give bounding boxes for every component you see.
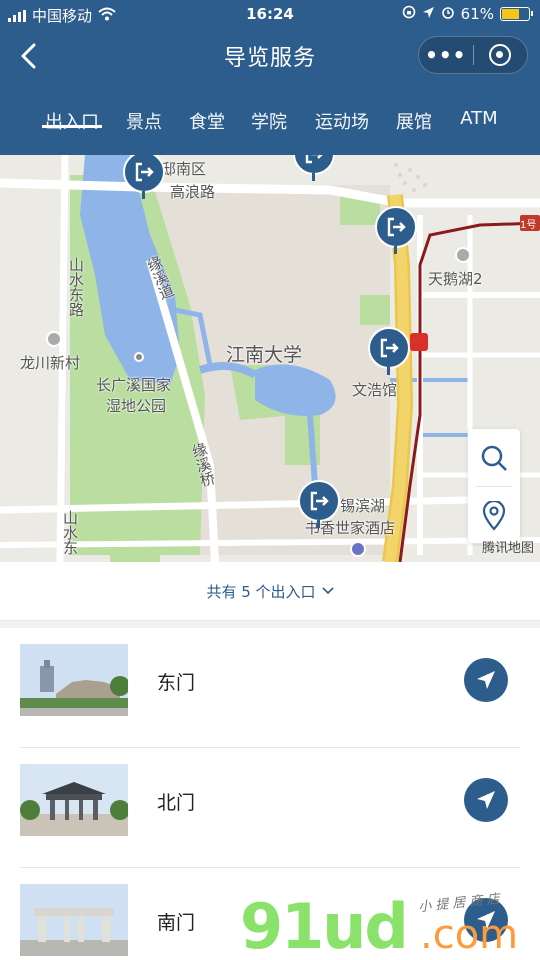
poi-home-icon xyxy=(46,331,62,347)
map-label-shanshuidong: 山水东 xyxy=(61,510,79,555)
map-label-tiane-lake: 天鹅湖2 xyxy=(428,270,483,288)
alarm-icon xyxy=(441,5,455,23)
entrance-marker[interactable] xyxy=(368,327,410,375)
exit-door-icon xyxy=(135,162,154,182)
map-label-park-line2: 湿地公园 xyxy=(106,397,167,415)
poi-hotel-icon xyxy=(350,541,366,557)
entrance-marker[interactable] xyxy=(375,206,417,254)
more-button[interactable]: ••• xyxy=(419,43,473,67)
map-label-gaolang-road: 高浪路 xyxy=(170,183,216,201)
entrance-marker[interactable] xyxy=(123,155,165,199)
exit-door-icon xyxy=(380,338,399,358)
map-label-shanshui-east-road: 山水东路 xyxy=(67,257,85,317)
watermark: 91ud .com 小 提 居 商 店 xyxy=(240,890,540,960)
map-label-wenhao-hall: 文浩馆 xyxy=(352,381,398,399)
exit-door-icon xyxy=(305,155,323,164)
battery-percent: 61% xyxy=(460,5,494,23)
entrance-thumbnail xyxy=(20,644,128,716)
my-location-button[interactable] xyxy=(468,487,520,544)
entrance-thumbnail xyxy=(20,884,128,956)
metro-route-badge: 1号 xyxy=(520,220,537,231)
poi-home-icon xyxy=(455,247,471,263)
entrance-count-text: 共有 5 个出入口 xyxy=(206,582,316,601)
entrance-marker[interactable] xyxy=(298,480,340,528)
tab-exhibition-hall[interactable]: 展馆 xyxy=(394,100,434,134)
entrance-thumbnail xyxy=(20,764,128,836)
tab-scenic-spot[interactable]: 景点 xyxy=(124,100,164,134)
tab-entrance[interactable]: 出入口 xyxy=(42,100,102,134)
location-arrow-icon xyxy=(422,5,435,23)
map-label-longchuan-village: 龙川新村 xyxy=(20,354,81,372)
map-label-jiangnan-university: 江南大学 xyxy=(226,344,303,366)
entrance-name: 北门 xyxy=(157,792,196,814)
close-mini-program-button[interactable] xyxy=(473,44,527,66)
list-item[interactable]: 东门 xyxy=(20,628,520,748)
exit-door-icon xyxy=(387,217,406,237)
category-tabs: 出入口 景点 食堂 学院 运动场 展馆 ATM xyxy=(0,100,540,155)
map-search-button[interactable] xyxy=(468,429,520,486)
status-bar: 中国移动 16:24 61% xyxy=(0,0,540,28)
tab-canteen[interactable]: 食堂 xyxy=(187,100,227,134)
watermark-main: 91ud xyxy=(240,890,409,960)
map-label-xibin-lake: 锡滨湖 xyxy=(340,497,386,515)
tab-sports-field[interactable]: 运动场 xyxy=(312,100,372,134)
campus-map[interactable]: 铭邸南区 高浪路 天鹅湖2 山水东路 缘溪道 龙川新村 长广溪国家 湿地公园 江… xyxy=(0,155,540,562)
rotation-lock-icon xyxy=(402,5,416,23)
target-icon xyxy=(489,44,512,66)
navigate-button[interactable] xyxy=(464,778,508,822)
map-label-park-line1: 长广溪国家 xyxy=(96,376,172,394)
entrance-name: 东门 xyxy=(157,672,196,694)
poi-park-icon xyxy=(134,352,144,362)
navigation-arrow-icon xyxy=(477,791,495,809)
section-divider xyxy=(0,620,540,628)
list-item[interactable]: 北门 xyxy=(20,748,520,868)
watermark-suffix: .com xyxy=(420,912,519,958)
mini-program-capsule: ••• xyxy=(418,36,528,74)
battery-icon xyxy=(500,7,533,21)
search-icon xyxy=(481,445,507,471)
location-pin-icon xyxy=(482,500,506,531)
map-brand-logo: 腾讯地图 xyxy=(481,541,534,556)
map-tools xyxy=(468,429,520,543)
navigation-arrow-icon xyxy=(477,671,495,689)
navigate-button[interactable] xyxy=(464,658,508,702)
entrance-name: 南门 xyxy=(157,912,196,934)
entrance-count-toggle[interactable]: 共有 5 个出入口 xyxy=(0,562,540,620)
entrance-marker[interactable] xyxy=(293,155,335,181)
nav-bar: 导览服务 ••• xyxy=(0,28,540,86)
exit-door-icon xyxy=(310,491,329,511)
tab-college[interactable]: 学院 xyxy=(249,100,289,134)
chevron-down-icon xyxy=(321,584,334,598)
header: 中国移动 16:24 61% 导览服务 ••• 出入口 景点 食堂 学院 运动场… xyxy=(0,0,540,155)
tab-atm[interactable]: ATM xyxy=(456,100,502,129)
